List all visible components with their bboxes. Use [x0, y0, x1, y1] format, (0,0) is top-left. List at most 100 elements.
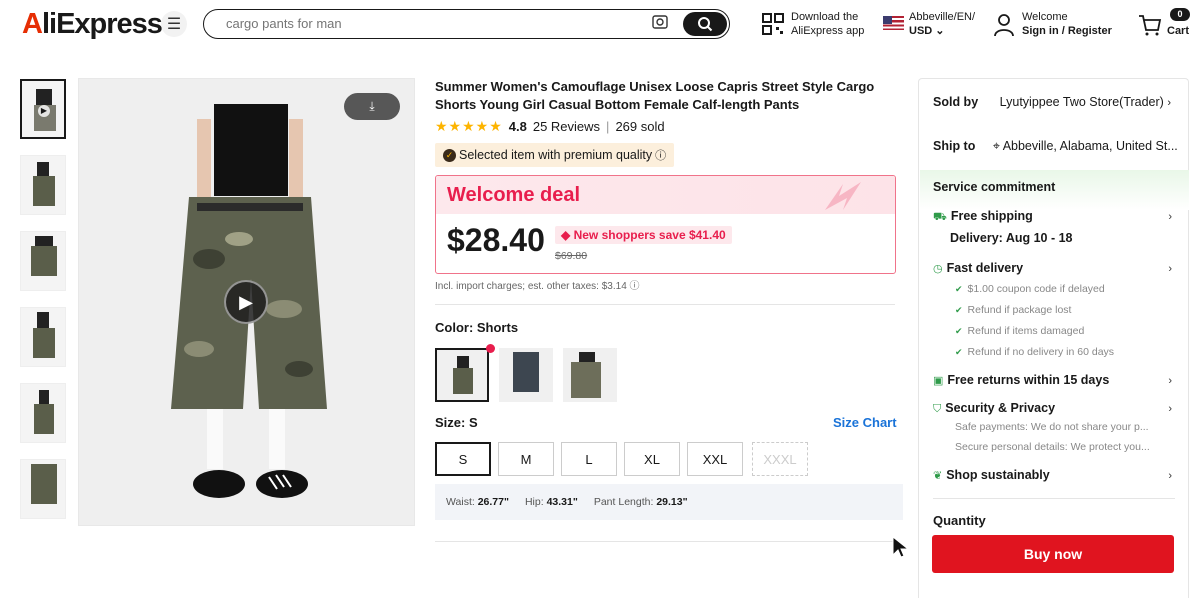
menu-button[interactable]: ☰	[161, 11, 187, 37]
search-button[interactable]	[683, 12, 727, 36]
welcome-deal-box: Welcome deal $28.40 ◆ New shoppers save …	[435, 175, 896, 274]
fast-delivery-row[interactable]: ◷ Fast delivery	[933, 261, 1023, 275]
download-app-link[interactable]: Download the AliExpress app	[791, 10, 864, 38]
download-line1: Download the	[791, 11, 859, 23]
size-option-m[interactable]: M	[498, 442, 554, 476]
premium-quality-badge[interactable]: ✓ Selected item with premium quality ⓘ	[435, 143, 675, 167]
fast-item-text: Refund if no delivery in 60 days	[967, 346, 1115, 358]
free-shipping-label: Free shipping	[950, 209, 1033, 223]
thumbnail-6[interactable]	[20, 459, 66, 519]
hamburger-icon: ☰	[166, 16, 182, 33]
reviews-link[interactable]: 25 Reviews	[533, 119, 600, 134]
thumbnail-2[interactable]	[20, 155, 66, 215]
size-label: Size: S	[435, 415, 478, 430]
fast-item: ✔ Refund if no delivery in 60 days	[955, 346, 1114, 358]
aliexpress-logo[interactable]: AliExpress	[22, 8, 163, 41]
cart-icon[interactable]	[1138, 14, 1162, 41]
thumbnail-video[interactable]: ▶	[20, 79, 66, 139]
sustainably-row[interactable]: ❦ Shop sustainably	[933, 468, 1050, 482]
chevron-right-icon[interactable]: ›	[1168, 211, 1172, 223]
thumb-pants	[33, 176, 55, 206]
thumb-figure	[35, 236, 53, 246]
pant-length-value: 29.13"	[656, 496, 688, 508]
original-price: $69.80	[555, 250, 588, 262]
check-icon: ✔	[955, 305, 963, 315]
account-link[interactable]: Welcome Sign in / Register	[1022, 10, 1112, 38]
size-option-xl[interactable]: XL	[624, 442, 680, 476]
new-shopper-save-badge: ◆ New shoppers save $41.40	[555, 226, 732, 244]
separator: |	[606, 119, 610, 134]
leaf-icon: ❦	[933, 470, 943, 482]
fast-item-text: Refund if package lost	[967, 304, 1072, 316]
color-swatch-2[interactable]	[499, 348, 553, 402]
size-option-l[interactable]: L	[561, 442, 617, 476]
waist-label: Waist:	[446, 496, 475, 508]
rating-row: ★★★★★ 4.8 25 Reviews | 269 sold	[435, 118, 665, 135]
tag-icon: ◆	[561, 228, 571, 242]
current-price: $28.40	[447, 222, 545, 258]
chevron-right-icon[interactable]: ›	[1168, 375, 1172, 387]
security-item: Secure personal details: We protect you.…	[955, 441, 1150, 453]
cart-label[interactable]: Cart	[1167, 24, 1189, 38]
play-video-button[interactable]: ▶	[224, 280, 268, 324]
thumbnail-4[interactable]	[20, 307, 66, 367]
fast-item: ✔ Refund if items damaged	[955, 325, 1084, 337]
hip-label: Hip:	[524, 496, 544, 508]
free-shipping-row[interactable]: ⛟ Free shipping	[933, 209, 1033, 225]
chevron-right-icon[interactable]: ›	[1168, 403, 1172, 415]
download-icon: ⤓	[369, 99, 375, 113]
size-option-s[interactable]: S	[435, 442, 491, 476]
chevron-right-icon[interactable]: ›	[1168, 470, 1172, 482]
security-item: Safe payments: We do not share your p...	[955, 421, 1149, 433]
hip-value: 43.31"	[546, 496, 578, 508]
size-measurements: Waist: 26.77" Hip: 43.31" Pant Length: 2…	[435, 484, 903, 520]
camera-search-icon[interactable]	[651, 14, 669, 35]
thumb-pants	[31, 246, 57, 276]
locale-selector[interactable]: Abbeville/EN/ USD ⌄	[909, 10, 975, 38]
locale-line1: Abbeville/EN/	[909, 11, 976, 23]
chevron-right-icon: ›	[1167, 97, 1171, 109]
check-badge-icon: ✓	[443, 148, 456, 162]
security-row[interactable]: ⛉ Security & Privacy	[933, 401, 1055, 416]
return-icon: ▣	[933, 375, 944, 387]
sold-count: 269 sold	[615, 119, 665, 134]
fast-item-text: $1.00 coupon code if delayed	[967, 283, 1105, 295]
buy-now-button[interactable]: Buy now	[932, 535, 1174, 573]
play-icon: ▶	[239, 291, 253, 312]
logo-text: liExpress	[41, 8, 163, 40]
sold-by-row[interactable]: Sold by Lyutyippee Two Store(Trader) ›	[933, 95, 1171, 109]
size-chart-link[interactable]: Size Chart	[833, 415, 897, 430]
welcome-text: Welcome	[1022, 11, 1068, 23]
divider	[933, 498, 1175, 499]
download-image-button[interactable]: ⤓	[344, 93, 400, 120]
free-returns-row[interactable]: ▣ Free returns within 15 days	[933, 373, 1109, 387]
play-icon: ▶	[38, 105, 50, 117]
thumbnail-3[interactable]	[20, 231, 66, 291]
fast-item: ✔ $1.00 coupon code if delayed	[955, 283, 1105, 295]
check-icon: ✔	[955, 284, 963, 294]
color-swatch-3[interactable]	[563, 348, 617, 402]
clock-icon: ◷	[933, 263, 943, 275]
qr-code-icon[interactable]	[762, 13, 784, 40]
thumbnail-5[interactable]	[20, 383, 66, 443]
color-swatch-shorts[interactable]	[435, 348, 489, 402]
chevron-right-icon[interactable]: ›	[1168, 263, 1172, 275]
truck-icon: ⛟	[933, 211, 947, 223]
swatch-pants	[453, 368, 473, 394]
info-icon: ⓘ	[655, 150, 667, 162]
fast-item-text: Refund if items damaged	[967, 325, 1085, 337]
size-option-xxl[interactable]: XXL	[687, 442, 743, 476]
search-input[interactable]	[224, 15, 628, 32]
purchase-panel: Sold by Lyutyippee Two Store(Trader) › S…	[918, 78, 1189, 598]
info-icon[interactable]: ⓘ	[630, 281, 640, 292]
search-icon	[698, 17, 713, 32]
size-option-xxxl[interactable]: XXXL	[752, 442, 808, 476]
location-pin-icon: ⌖	[992, 139, 1000, 153]
waist-value: 26.77"	[477, 496, 509, 508]
quantity-label: Quantity	[933, 513, 986, 528]
user-icon[interactable]	[993, 13, 1015, 42]
ship-to-row[interactable]: Ship to ⌖ Abbeville, Alabama, United St.…	[933, 139, 1178, 154]
check-icon: ✔	[955, 347, 963, 357]
rating-value: 4.8	[508, 119, 527, 134]
sign-in-link: Sign in / Register	[1022, 25, 1112, 37]
